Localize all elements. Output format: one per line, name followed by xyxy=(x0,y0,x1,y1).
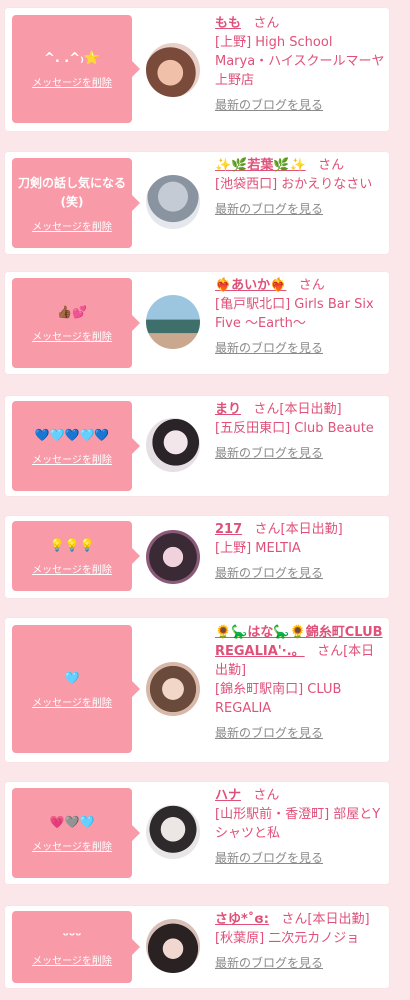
cast-name-link[interactable]: まり xyxy=(215,402,241,417)
attendance-status: [本日出勤] xyxy=(280,522,343,537)
shop-info: [上野] High School Marya・ハイスクールマーヤ上野店 xyxy=(215,35,385,88)
message-bubble: ᵕᵕᵕ メッセージを削除 xyxy=(12,911,140,983)
message-bubble: 💗🩶🩵 メッセージを削除 xyxy=(12,788,140,878)
message-card: 💡💡💡 メッセージを削除 217 さん[本日出勤] [上野] MELTIA 最新… xyxy=(5,516,389,598)
avatar[interactable] xyxy=(146,662,200,716)
latest-blog-link[interactable]: 最新のブログを見る xyxy=(215,200,385,219)
delete-message-link[interactable]: メッセージを削除 xyxy=(32,952,112,967)
delete-message-link[interactable]: メッセージを削除 xyxy=(32,694,112,709)
message-text: 🩵 xyxy=(64,671,80,685)
cast-name-link[interactable]: ✨🌿若葉🌿✨ xyxy=(215,158,306,173)
message-text: 刀剣の話し気になる(笑) xyxy=(18,175,127,209)
cast-name-link[interactable]: 217 xyxy=(215,522,242,537)
latest-blog-link[interactable]: 最新のブログを見る xyxy=(215,724,385,743)
honorific: さん xyxy=(245,16,280,31)
message-text: 💙🩵💙🩵💙 xyxy=(34,428,110,442)
cast-name-link[interactable]: ハナ xyxy=(215,788,241,803)
message-text: 💗🩶🩵 xyxy=(49,815,95,829)
shop-info: [五反田東口] Club Beaute xyxy=(215,421,374,436)
message-card: 💙🩵💙🩵💙 メッセージを削除 まり さん[本日出勤] [五反田東口] Club … xyxy=(5,396,389,496)
honorific: さん xyxy=(309,158,345,173)
avatar[interactable] xyxy=(146,418,200,472)
message-text: 💡💡💡 xyxy=(49,538,95,552)
honorific: さん xyxy=(308,644,344,659)
avatar[interactable] xyxy=(146,530,200,584)
delete-message-link[interactable]: メッセージを削除 xyxy=(32,218,112,233)
avatar[interactable] xyxy=(146,919,200,973)
message-bubble: 刀剣の話し気になる(笑) メッセージを削除 xyxy=(12,158,140,248)
message-card: 刀剣の話し気になる(笑) メッセージを削除 ✨🌿若葉🌿✨ さん [池袋西口] お… xyxy=(5,152,389,254)
avatar[interactable] xyxy=(146,175,200,229)
latest-blog-link[interactable]: 最新のブログを見る xyxy=(215,564,385,583)
honorific: さん xyxy=(245,402,280,417)
shop-info: [亀戸駅北口] Girls Bar Six Five 〜Earth〜 xyxy=(215,297,374,331)
avatar[interactable] xyxy=(146,295,200,349)
delete-message-link[interactable]: メッセージを削除 xyxy=(32,74,112,89)
message-card: ^. .^₎⭐ メッセージを削除 もも さん [上野] High School … xyxy=(5,8,389,131)
latest-blog-link[interactable]: 最新のブログを見る xyxy=(215,96,385,115)
honorific: さん xyxy=(273,912,308,927)
attendance-status: [本日出勤] xyxy=(279,402,342,417)
latest-blog-link[interactable]: 最新のブログを見る xyxy=(215,954,385,973)
honorific: さん xyxy=(290,278,325,293)
latest-blog-link[interactable]: 最新のブログを見る xyxy=(215,339,385,358)
avatar[interactable] xyxy=(146,805,200,859)
shop-info: [錦糸町駅南口] CLUB REGALIA xyxy=(215,682,342,716)
honorific: さん xyxy=(246,522,281,537)
message-bubble: 💡💡💡 メッセージを削除 xyxy=(12,521,140,591)
attendance-status: [本日出勤] xyxy=(307,912,370,927)
latest-blog-link[interactable]: 最新のブログを見る xyxy=(215,849,385,868)
message-bubble: 👍🏾💕 メッセージを削除 xyxy=(12,278,140,368)
honorific: さん xyxy=(245,788,280,803)
delete-message-link[interactable]: メッセージを削除 xyxy=(32,451,112,466)
message-card: ᵕᵕᵕ メッセージを削除 さゆ*˚ɞ: さん[本日出勤] [秋葉原] 二次元カノ… xyxy=(5,906,389,988)
delete-message-link[interactable]: メッセージを削除 xyxy=(32,838,112,853)
shop-info: [秋葉原] 二次元カノジョ xyxy=(215,931,360,946)
message-bubble: 🩵 メッセージを削除 xyxy=(12,625,140,753)
shop-info: [池袋西口] おかえりなさい xyxy=(215,177,373,192)
avatar[interactable] xyxy=(146,43,200,97)
cast-name-link[interactable]: もも xyxy=(215,16,241,31)
message-text: ^. .^₎⭐ xyxy=(43,51,101,66)
message-card: 👍🏾💕 メッセージを削除 ❤️‍🔥あいか❤️‍🔥 さん [亀戸駅北口] Girl… xyxy=(5,272,389,374)
shop-info: [上野] MELTIA xyxy=(215,541,301,556)
message-card: 🩵 メッセージを削除 🌻🦕はな🦕🌻錦糸町CLUB REGALIA'·.。 さん[… xyxy=(5,618,389,762)
shop-info: [山形駅前・香澄町] 部屋とYシャツと私 xyxy=(215,807,381,841)
cast-name-link[interactable]: さゆ*˚ɞ: xyxy=(215,912,269,927)
message-bubble: ^. .^₎⭐ メッセージを削除 xyxy=(12,15,140,123)
delete-message-link[interactable]: メッセージを削除 xyxy=(32,561,112,576)
cast-name-link[interactable]: ❤️‍🔥あいか❤️‍🔥 xyxy=(215,278,286,293)
message-bubble: 💙🩵💙🩵💙 メッセージを削除 xyxy=(12,401,140,491)
message-text: 👍🏾💕 xyxy=(57,305,87,319)
latest-blog-link[interactable]: 最新のブログを見る xyxy=(215,444,385,463)
message-text: ᵕᵕᵕ xyxy=(62,929,82,944)
message-card: 💗🩶🩵 メッセージを削除 ハナ さん [山形駅前・香澄町] 部屋とYシャツと私 … xyxy=(5,782,389,884)
delete-message-link[interactable]: メッセージを削除 xyxy=(32,328,112,343)
